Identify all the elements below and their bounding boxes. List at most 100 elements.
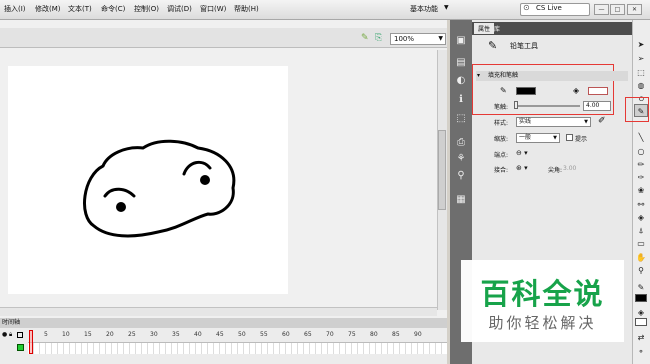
frame-number: 45 — [216, 331, 224, 338]
section-fill-stroke[interactable]: 填充和笔触 — [476, 71, 628, 81]
right-eyebrow — [182, 160, 212, 176]
frame-number: 65 — [304, 331, 312, 338]
chevron-down-icon: ▼ — [438, 35, 443, 42]
menu-text[interactable]: 文本(T) — [68, 4, 92, 14]
miter-value[interactable]: 3.00 — [563, 165, 576, 172]
left-eyebrow — [103, 187, 136, 198]
info-icon[interactable]: ℹ — [454, 93, 468, 107]
menu-control[interactable]: 控制(O) — [134, 4, 159, 14]
3d-rotation-tool-icon[interactable]: ◍ — [634, 79, 648, 92]
frame-number: 10 — [62, 331, 70, 338]
oval-tool-icon[interactable]: ○ — [634, 145, 648, 158]
color-swatches-icon[interactable]: ▤ — [454, 56, 468, 70]
frame-number: 80 — [370, 331, 378, 338]
hint-label: 提示 — [575, 136, 588, 143]
camera-icon[interactable]: ▣ — [454, 34, 468, 48]
frame-grid[interactable] — [28, 342, 447, 354]
scale-select[interactable]: 一般 ▼ — [516, 133, 560, 143]
minimize-button[interactable]: — — [594, 4, 609, 15]
menu-commands[interactable]: 命令(C) — [101, 4, 125, 14]
scale-label: 缩放: — [494, 136, 509, 143]
timeline-title: 时间轴 — [0, 318, 447, 328]
output-icon[interactable]: ▦ — [454, 193, 468, 207]
frame-number: 90 — [414, 331, 422, 338]
join-select[interactable]: ⊛ ▾ — [516, 164, 528, 172]
chevron-down-icon: ▼ — [584, 119, 588, 125]
search-icon: ⊙ — [523, 3, 530, 12]
options-icon[interactable]: ⚬ — [634, 345, 648, 358]
pencil-icon[interactable]: ✏ — [634, 158, 648, 171]
hand-tool-icon[interactable]: ✋ — [634, 251, 648, 264]
bone-tool-icon[interactable]: ⚯ — [634, 198, 648, 211]
actions-icon[interactable]: ⎙ — [454, 136, 468, 150]
style-select[interactable]: 实线 ▼ — [516, 117, 591, 127]
deco-tool-icon[interactable]: ❀ — [634, 184, 648, 197]
stroke-color-swatch[interactable] — [516, 87, 536, 95]
chevron-down-icon: ▾ — [477, 72, 481, 79]
workspace-switcher[interactable]: 基本功能 — [410, 4, 438, 14]
brush-tool-icon[interactable]: ✑ — [634, 171, 648, 184]
subselection-tool-icon[interactable]: ➢ — [634, 52, 648, 65]
frame-number: 70 — [326, 331, 334, 338]
maximize-button[interactable]: □ — [610, 4, 625, 15]
frame-number: 85 — [392, 331, 400, 338]
stroke-slider[interactable] — [518, 105, 580, 107]
drawing — [82, 139, 236, 238]
horizontal-scrollbar[interactable] — [0, 307, 437, 316]
swap-colors-icon[interactable]: ⇄ — [634, 331, 648, 344]
frame-number: 60 — [282, 331, 290, 338]
hint-checkbox[interactable] — [566, 134, 573, 141]
fill-color-chip[interactable] — [635, 318, 647, 326]
canvas-stage[interactable] — [8, 66, 288, 294]
selection-tool-icon[interactable]: ➤ — [634, 38, 648, 51]
zoom-select[interactable]: 100% ▼ — [390, 33, 446, 45]
motion-presets-icon[interactable]: ⚲ — [454, 169, 468, 183]
frame-number: 35 — [172, 331, 180, 338]
right-eye — [200, 175, 210, 185]
line-tool-icon[interactable]: ╲ — [634, 131, 648, 144]
menu-help[interactable]: 帮助(H) — [234, 4, 259, 14]
free-transform-tool-icon[interactable]: ⬚ — [634, 66, 648, 79]
frame-number: 55 — [260, 331, 268, 338]
transform-icon[interactable]: ⬚ — [454, 112, 468, 126]
stroke-color-chip[interactable] — [635, 294, 647, 302]
edit-style-icon[interactable]: ✐ — [598, 116, 606, 126]
color-panel-icon[interactable]: ◐ — [454, 74, 468, 88]
frame-number: 5 — [44, 331, 48, 338]
tab-library[interactable]: 库 — [494, 24, 500, 33]
outline-icon[interactable] — [17, 332, 23, 338]
vertical-scroll-thumb[interactable] — [438, 130, 446, 210]
blob-outline — [82, 139, 236, 238]
stroke-value-input[interactable]: 4.00 — [583, 101, 611, 111]
stroke-slider-knob[interactable] — [514, 101, 518, 109]
watermark-title: 百科全说 — [480, 277, 605, 311]
frame-number: 40 — [194, 331, 202, 338]
cap-select[interactable]: ⊖ ▾ — [516, 149, 528, 157]
stroke-label: 笔触: — [494, 104, 509, 111]
eye-icon[interactable]: ● — [2, 331, 7, 338]
eyedropper-tool-icon[interactable]: ⍋ — [634, 224, 648, 237]
eraser-tool-icon[interactable]: ▭ — [634, 237, 648, 250]
frame-number: 75 — [348, 331, 356, 338]
lock-icon[interactable]: 🔒︎ — [9, 331, 12, 339]
paint-bucket-tool-icon[interactable]: ◈ — [634, 211, 648, 224]
frame-number: 30 — [150, 331, 158, 338]
menu-insert[interactable]: 插入(I) — [4, 4, 26, 14]
stroke-color-tool-icon[interactable]: ✎ — [634, 281, 648, 294]
components-icon[interactable]: ⚘ — [454, 152, 468, 166]
playhead[interactable] — [29, 330, 33, 354]
pencil-tool-icon[interactable]: ✎ — [634, 104, 648, 117]
close-button[interactable]: ✕ — [627, 4, 642, 15]
miter-label: 尖角: — [548, 167, 563, 174]
cs-live-button[interactable]: CS Live — [536, 4, 562, 12]
menu-modify[interactable]: 修改(M) — [35, 4, 61, 14]
edit-symbols-icon[interactable]: ✎ — [361, 33, 369, 43]
tab-properties[interactable]: 属性 — [474, 23, 495, 34]
fill-color-swatch[interactable] — [588, 87, 608, 95]
pencil-tool-icon: ✎ — [488, 39, 498, 52]
layer-color-icon — [17, 344, 24, 351]
menu-window[interactable]: 窗口(W) — [200, 4, 226, 14]
zoom-tool-icon[interactable]: ⚲ — [634, 264, 648, 277]
edit-scene-icon[interactable]: ⎘ — [375, 33, 382, 43]
menu-debug[interactable]: 调试(D) — [167, 4, 192, 14]
